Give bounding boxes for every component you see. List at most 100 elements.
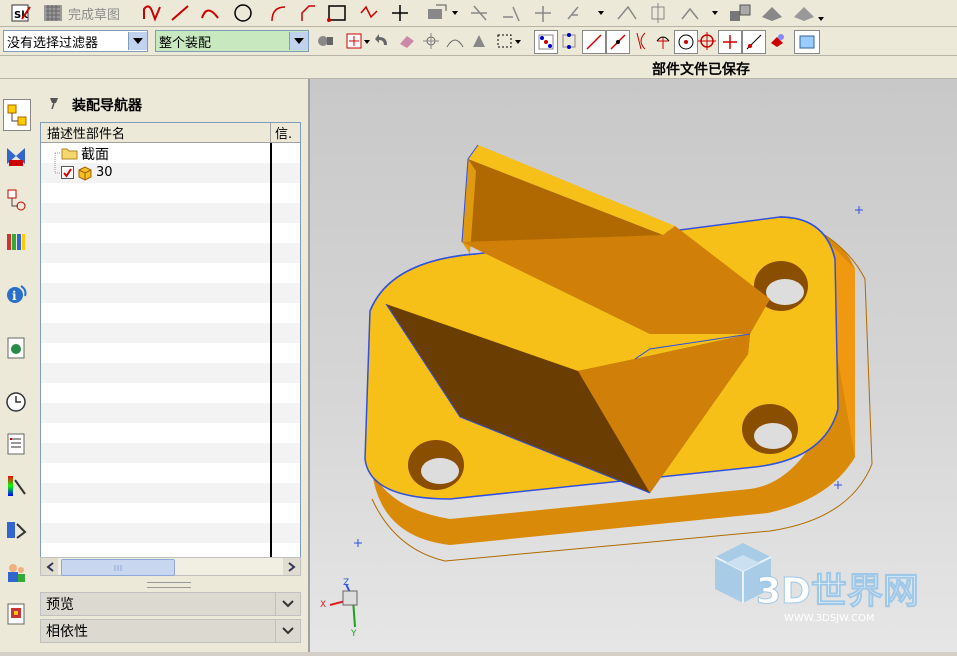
snap-intersection-icon[interactable] bbox=[630, 30, 652, 52]
visualization-tab-icon[interactable] bbox=[3, 471, 29, 501]
reuse-library-tab-icon[interactable] bbox=[3, 227, 29, 257]
snap-grid-icon[interactable] bbox=[558, 30, 580, 52]
table-row bbox=[41, 223, 300, 243]
chevron-down-icon[interactable] bbox=[128, 32, 147, 50]
rectangle-icon[interactable] bbox=[324, 2, 350, 24]
selection-scope-value: 整个装配 bbox=[159, 35, 212, 51]
trim-icon[interactable] bbox=[466, 2, 492, 24]
snap-existing-point-icon[interactable] bbox=[696, 30, 718, 52]
table-row bbox=[41, 483, 300, 503]
constraint-navigator-tab-icon[interactable] bbox=[3, 141, 29, 171]
dependencies-panel-header[interactable]: 相依性 bbox=[40, 619, 301, 643]
table-row bbox=[41, 343, 300, 363]
fillet-icon[interactable] bbox=[268, 2, 288, 24]
snap-face-icon[interactable] bbox=[468, 30, 490, 52]
scroll-thumb[interactable] bbox=[61, 559, 175, 576]
assembly-navigator-tab-icon[interactable] bbox=[3, 99, 31, 131]
constraints-icon[interactable] bbox=[562, 2, 606, 24]
chamfer-icon[interactable] bbox=[298, 2, 318, 24]
watermark-brand: 3D世界网 bbox=[756, 571, 919, 612]
watermark-url: WWW.3DSJW.COM bbox=[784, 613, 874, 624]
dependencies-label: 相依性 bbox=[46, 624, 88, 640]
arc-icon[interactable] bbox=[198, 2, 222, 24]
info-tab-icon[interactable]: i bbox=[3, 279, 29, 309]
undo-arrow-icon[interactable] bbox=[372, 30, 392, 52]
extend-icon[interactable] bbox=[498, 2, 524, 24]
polygon-icon[interactable] bbox=[356, 2, 382, 24]
chevron-down-icon[interactable] bbox=[289, 32, 308, 50]
corner-icon[interactable] bbox=[530, 2, 556, 24]
snap-point-icon[interactable] bbox=[420, 30, 442, 52]
snap-point-on-curve-icon[interactable] bbox=[718, 30, 742, 54]
tree-row-part[interactable]: 30 bbox=[41, 163, 300, 183]
show-constraints-icon[interactable] bbox=[646, 2, 672, 24]
update-model-icon[interactable] bbox=[790, 2, 826, 24]
roles-tab-icon[interactable] bbox=[3, 557, 29, 587]
chevron-down-icon[interactable] bbox=[275, 620, 300, 642]
circle-icon[interactable] bbox=[230, 2, 256, 24]
eraser-icon[interactable] bbox=[396, 30, 418, 52]
web-browser-tab-icon[interactable] bbox=[3, 333, 29, 363]
column-header-name-label: 描述性部件名 bbox=[47, 127, 126, 142]
chevron-down-icon[interactable] bbox=[275, 593, 300, 615]
snap-midpoint-icon[interactable] bbox=[582, 30, 606, 54]
splitter-grip[interactable] bbox=[147, 582, 191, 588]
snap-quadrant-icon[interactable] bbox=[674, 30, 698, 54]
column-header-info[interactable]: 信. bbox=[271, 123, 300, 143]
wcs-triad: Z X Y bbox=[320, 578, 358, 639]
type-filter-value: 没有选择过滤器 bbox=[7, 35, 99, 51]
snap-bounded-grid-icon[interactable] bbox=[766, 30, 788, 52]
dimension-icon[interactable] bbox=[676, 2, 720, 24]
model-canvas[interactable]: Z X Y 3D世界网 WWW.3DSJW.COM bbox=[310, 79, 957, 652]
history-tab-icon[interactable] bbox=[3, 387, 29, 417]
point-icon[interactable] bbox=[388, 2, 412, 24]
graphics-window[interactable]: Z X Y 3D世界网 WWW.3DSJW.COM bbox=[310, 79, 957, 652]
part-navigator-tab-icon[interactable] bbox=[3, 185, 29, 215]
point-marker bbox=[834, 481, 842, 489]
triad-x-label: X bbox=[320, 600, 326, 610]
snap-arc-center-icon[interactable] bbox=[652, 30, 674, 52]
snap-endpoint-icon[interactable] bbox=[534, 30, 558, 54]
type-filter-select[interactable]: 没有选择过滤器 bbox=[3, 30, 148, 52]
system-materials-tab-icon[interactable] bbox=[3, 429, 29, 459]
scroll-right-arrow-icon[interactable] bbox=[283, 558, 300, 575]
selection-scope-select[interactable]: 整个装配 bbox=[155, 30, 309, 52]
tree-row-section[interactable]: 截面 bbox=[41, 143, 300, 163]
snap-reset-icon[interactable] bbox=[794, 30, 820, 54]
table-row bbox=[41, 363, 300, 383]
folder-icon bbox=[61, 145, 79, 165]
column-header-name[interactable]: 描述性部件名 bbox=[41, 123, 271, 143]
offset-curve-icon[interactable] bbox=[420, 2, 460, 24]
finish-sketch-button[interactable]: 完成草图 bbox=[68, 2, 132, 24]
preview-panel-header[interactable]: 预览 bbox=[40, 592, 301, 616]
table-row bbox=[41, 243, 300, 263]
scroll-left-arrow-icon[interactable] bbox=[41, 558, 58, 575]
snap-point-on-face-icon[interactable] bbox=[742, 30, 766, 54]
process-studio-tab-icon[interactable] bbox=[3, 515, 29, 545]
reattach-icon[interactable] bbox=[758, 2, 786, 24]
table-row bbox=[41, 383, 300, 403]
table-row bbox=[41, 463, 300, 483]
point-marker bbox=[855, 206, 863, 214]
auto-constrain-icon[interactable] bbox=[612, 2, 642, 24]
grid-icon[interactable] bbox=[40, 2, 66, 24]
snap-curve-icon[interactable] bbox=[444, 30, 466, 52]
sketch-plane-icon[interactable] bbox=[726, 2, 754, 24]
part-icon bbox=[77, 165, 93, 185]
rectangle-select-icon[interactable] bbox=[494, 30, 524, 52]
table-row bbox=[41, 423, 300, 443]
column-divider bbox=[270, 143, 272, 557]
horizontal-scrollbar[interactable] bbox=[40, 557, 301, 576]
palette-tab-icon[interactable] bbox=[3, 599, 29, 629]
svg-text:i: i bbox=[12, 289, 17, 303]
table-row bbox=[41, 403, 300, 423]
feature-select-icon[interactable] bbox=[344, 30, 372, 52]
sketch-edit-icon[interactable]: Sk bbox=[8, 2, 34, 24]
line-icon[interactable] bbox=[168, 2, 192, 24]
snap-control-point-icon[interactable] bbox=[606, 30, 630, 54]
profile-icon[interactable] bbox=[140, 2, 164, 24]
filter-reset-icon[interactable] bbox=[314, 30, 336, 52]
pin-icon[interactable] bbox=[46, 96, 60, 114]
status-line: 部件文件已保存 bbox=[0, 56, 957, 79]
checkbox-checked-icon[interactable] bbox=[61, 166, 75, 184]
